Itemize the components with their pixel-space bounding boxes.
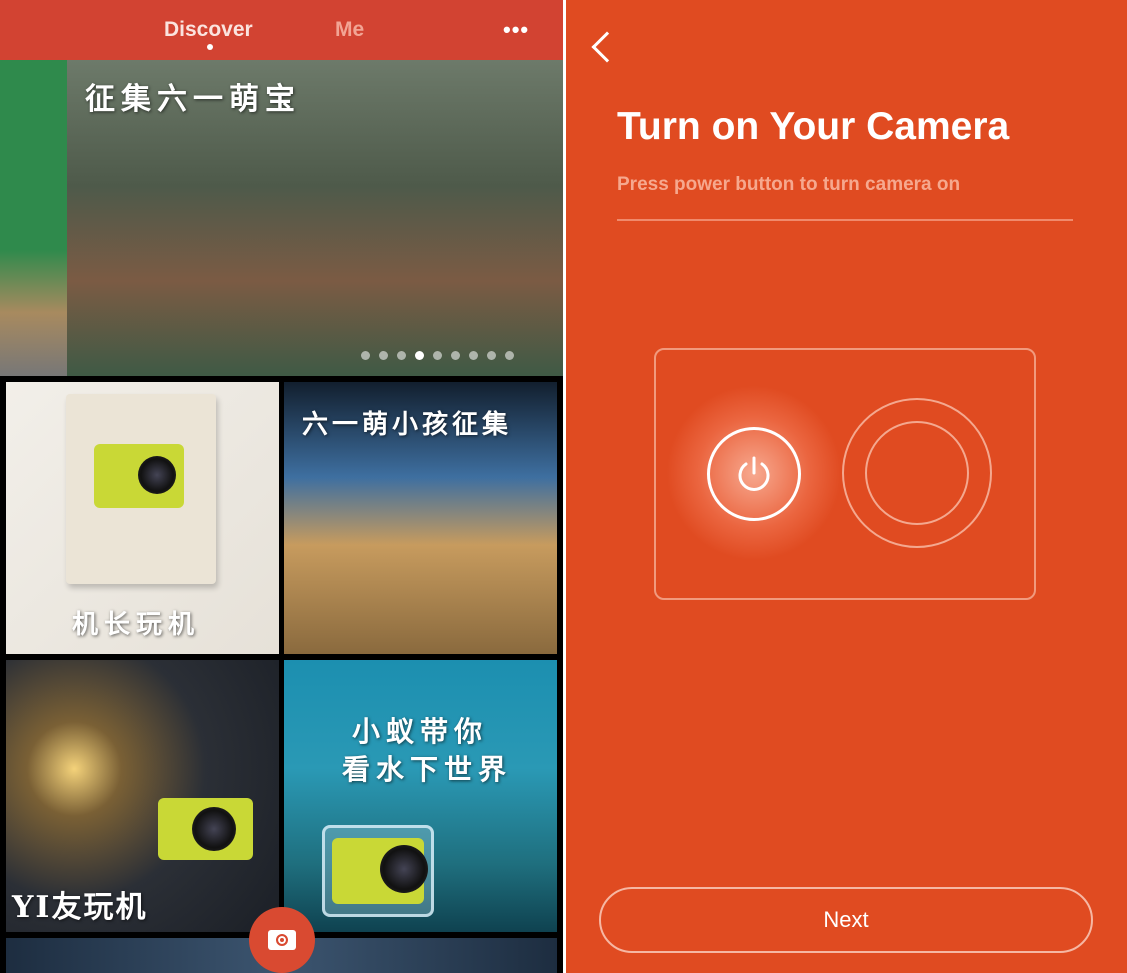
camera-icon <box>268 930 296 950</box>
tile-caption: 机长玩机 <box>72 610 201 640</box>
carousel-dot[interactable] <box>505 351 514 360</box>
tab-discover[interactable]: Discover <box>164 18 253 42</box>
lens-inner-ring <box>865 421 969 525</box>
camera-button[interactable] <box>249 907 315 973</box>
turn-on-camera-screen: Turn on Your Camera Press power button t… <box>566 0 1127 973</box>
active-tab-indicator <box>207 44 213 50</box>
top-nav-bar: Discover Me ••• <box>0 0 563 60</box>
lens-image <box>380 845 428 893</box>
tile-kids-collection[interactable]: 六一萌小孩征集 <box>284 382 557 654</box>
carousel-dot[interactable] <box>487 351 496 360</box>
tile-caption: YI友玩机 <box>12 890 148 925</box>
tile-underwater-world[interactable]: 小蚁带你 看水下世界 <box>284 660 557 932</box>
carousel-dot[interactable] <box>379 351 388 360</box>
power-icon <box>707 427 801 521</box>
banner-carousel[interactable]: 征集六一萌宝 <box>67 60 563 376</box>
page-subtitle: Press power button to turn camera on <box>617 174 961 195</box>
carousel-dot[interactable] <box>415 351 424 360</box>
ellipsis-icon[interactable]: ••• <box>503 17 529 43</box>
carousel-dot[interactable] <box>451 351 460 360</box>
page-title: Turn on Your Camera <box>617 105 1010 148</box>
carousel-dot[interactable] <box>361 351 370 360</box>
next-button[interactable]: Next <box>599 887 1093 953</box>
tile-caption-line1: 小蚁带你 <box>352 715 489 748</box>
tile-yi-friends-play[interactable]: YI友玩机 <box>6 660 279 932</box>
tile-caption: 六一萌小孩征集 <box>302 410 513 440</box>
carousel-dot[interactable] <box>469 351 478 360</box>
divider <box>617 219 1073 221</box>
banner-caption: 征集六一萌宝 <box>85 82 301 117</box>
discover-screen: Discover Me ••• 征集六一萌宝 机长玩机 六一萌小孩征集 YI友玩… <box>0 0 563 973</box>
carousel-dot[interactable] <box>397 351 406 360</box>
chevron-left-icon[interactable] <box>591 31 623 63</box>
carousel-dots[interactable] <box>361 351 514 360</box>
tile-caption-line2: 看水下世界 <box>342 753 513 786</box>
carousel-previous-slide[interactable] <box>0 60 67 376</box>
tile-captain-play[interactable]: 机长玩机 <box>6 382 279 654</box>
lens-image <box>192 807 236 851</box>
lens-image <box>138 456 176 494</box>
tab-me[interactable]: Me <box>335 18 364 42</box>
carousel-dot[interactable] <box>433 351 442 360</box>
